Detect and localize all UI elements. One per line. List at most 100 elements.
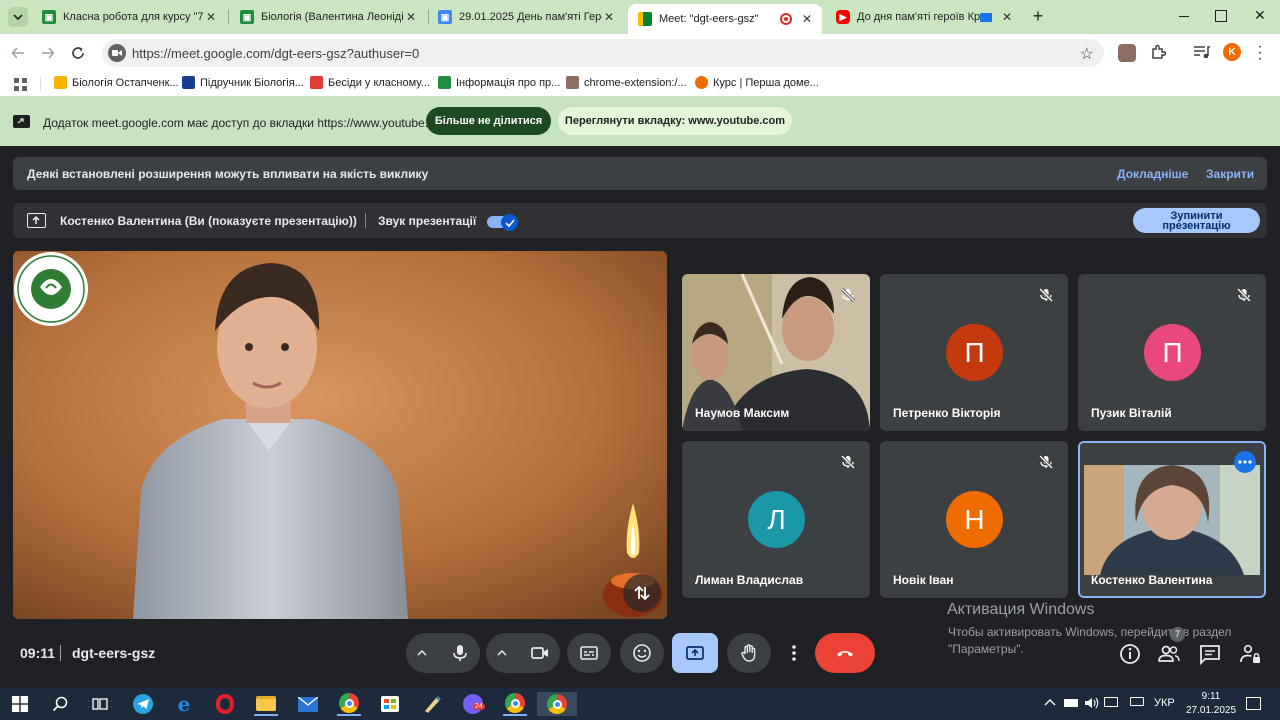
more-menu-icon[interactable]: · · · — [1256, 39, 1264, 67]
avatar-initial: П — [1162, 336, 1183, 368]
bookmark-info[interactable]: Інформація про пр... — [438, 76, 560, 89]
bookmark-chrome-extension[interactable]: chrome-extension:/... — [566, 76, 687, 89]
reload-button[interactable] — [67, 42, 89, 64]
captions-button[interactable] — [567, 633, 611, 673]
system-clock[interactable]: 9:11 27.01.2025 — [1184, 690, 1238, 718]
chrome-app-2[interactable] — [503, 692, 527, 716]
raise-hand-button[interactable] — [727, 633, 771, 673]
bookmark-class-talks[interactable]: Бесіди у класному... — [310, 76, 430, 89]
more-options-button[interactable] — [1234, 451, 1256, 473]
media-controls-icon[interactable] — [1193, 44, 1211, 60]
edge-app[interactable]: e — [172, 692, 196, 716]
telegram-app[interactable] — [131, 692, 155, 716]
tab-title: Meet: "dgt-eers-gsz" — [659, 13, 759, 25]
present-now-button[interactable] — [672, 633, 718, 673]
people-button[interactable]: 7 — [1157, 627, 1185, 666]
volume-icon[interactable] — [1084, 697, 1100, 712]
tray-overflow-icon[interactable] — [1044, 697, 1056, 710]
sharing-info-text: Додаток meet.google.com має доступ до вк… — [43, 116, 451, 130]
tab-heroes-day[interactable]: ▣ 29.01.2025 День пам'яті Героїв ✕ — [428, 6, 624, 28]
more-options-menu[interactable] — [780, 633, 808, 673]
opera-app[interactable] — [213, 692, 237, 716]
participant-tile-novik[interactable]: Н Новік Іван — [880, 441, 1068, 598]
battery-icon[interactable] — [1064, 697, 1078, 707]
stop-sharing-button[interactable]: Більше не ділитися — [426, 107, 551, 135]
tab-biology[interactable]: ▣ Біологія (Валентина Леонідівн ✕ — [230, 6, 426, 28]
tab-meet[interactable]: Meet: "dgt-eers-gsz" ✕ — [628, 4, 822, 34]
close-icon[interactable]: ✕ — [602, 10, 616, 24]
close-icon[interactable]: ✕ — [1000, 10, 1014, 24]
apps-grid-icon[interactable] — [14, 78, 27, 91]
tab-title: До дня пам'яті героїв Крут — [857, 11, 980, 23]
forward-button[interactable] — [37, 42, 59, 64]
task-view-button[interactable] — [88, 692, 112, 716]
main-presentation-video — [13, 251, 667, 619]
tab-search-button[interactable] — [8, 7, 28, 27]
present-screen-icon — [686, 646, 704, 660]
participant-tile-petrenko[interactable]: П Петренко Вікторія — [880, 274, 1068, 431]
bookmark-textbook[interactable]: Підручник Біологія... — [182, 76, 304, 89]
swap-layout-button[interactable] — [623, 574, 661, 612]
participant-tile-lyman[interactable]: Л Лиман Владислав — [682, 441, 870, 598]
camera-icon[interactable] — [108, 44, 126, 62]
microphone-button[interactable] — [440, 633, 480, 673]
participant-tile-puzyk[interactable]: П Пузик Віталій — [1078, 274, 1266, 431]
chevron-up-icon[interactable] — [416, 647, 428, 659]
bookmarks-bar: Біологія Остапченк... Підручник Біологія… — [0, 72, 1280, 96]
back-button[interactable] — [7, 42, 29, 64]
close-icon[interactable]: ✕ — [204, 10, 218, 24]
extensions-icon[interactable] — [1150, 44, 1167, 60]
input-language[interactable]: УКР — [1154, 697, 1175, 709]
tab-classwork[interactable]: ▣ Класна робота для курсу "76 к ✕ — [32, 6, 226, 28]
start-button[interactable] — [8, 692, 32, 716]
bookmark-icon — [566, 76, 579, 89]
store-app[interactable] — [378, 692, 402, 716]
omnibox[interactable]: https://meet.google.com/dgt-eers-gsz?aut… — [102, 39, 1104, 67]
network-icon[interactable] — [1104, 697, 1118, 707]
viber-app[interactable]: 24 — [461, 692, 485, 716]
extension-owl-icon[interactable] — [1118, 44, 1136, 62]
pen-app[interactable] — [420, 692, 444, 716]
participant-tile-naumov[interactable]: Наумов Максим — [682, 274, 870, 431]
chrome-app-1[interactable] — [337, 692, 361, 716]
close-icon[interactable]: ✕ — [404, 10, 418, 24]
search-button[interactable] — [48, 692, 72, 716]
keyboard-icon[interactable] — [1130, 697, 1144, 706]
close-notice-link[interactable]: Закрити — [1206, 167, 1254, 181]
participant-tile-self[interactable]: Костенко Валентина — [1078, 441, 1266, 598]
chrome-app-active[interactable] — [537, 692, 577, 716]
maximize-button[interactable] — [1215, 10, 1227, 22]
chevron-up-icon[interactable] — [496, 647, 508, 659]
view-tab-button[interactable]: Переглянути вкладку: www.youtube.com — [558, 107, 792, 135]
host-controls-icon[interactable] — [1238, 642, 1262, 666]
mail-app[interactable] — [296, 692, 320, 716]
chat-icon[interactable] — [1198, 642, 1222, 666]
profile-initial: K — [1228, 46, 1236, 58]
learn-more-link[interactable]: Докладніше — [1117, 167, 1188, 181]
viber-badge: 24 — [473, 703, 485, 710]
mic-off-icon — [840, 287, 856, 303]
camera-button[interactable] — [520, 633, 560, 673]
bookmark-course[interactable]: Курс | Перша доме... — [695, 76, 819, 89]
mic-off-icon — [840, 454, 856, 470]
bookmark-biology-ostapchenko[interactable]: Біологія Остапченк... — [54, 76, 179, 89]
youtube-icon: ▶ — [836, 10, 850, 24]
file-explorer-app[interactable] — [254, 692, 278, 716]
task-view-icon — [92, 698, 108, 710]
leave-call-button[interactable] — [815, 633, 875, 673]
presentation-audio-toggle[interactable] — [487, 214, 519, 231]
reactions-button[interactable] — [620, 633, 664, 673]
close-icon[interactable]: ✕ — [800, 12, 814, 26]
tab-kruty[interactable]: ▶ До дня пам'яті героїв Крут ✕ — [826, 6, 1022, 28]
meeting-details-icon[interactable] — [1118, 642, 1142, 666]
mail-icon — [298, 696, 318, 712]
new-tab-button[interactable]: + — [1028, 7, 1048, 27]
profile-avatar[interactable]: K — [1223, 43, 1241, 61]
clock-time: 9:11 — [1201, 691, 1221, 702]
stop-presenting-button[interactable]: Зупинити презентацію — [1133, 208, 1260, 233]
notifications-icon[interactable] — [1246, 697, 1261, 710]
chrome-icon — [547, 694, 567, 714]
window-close-button[interactable]: ✕ — [1254, 7, 1270, 25]
minimize-button[interactable] — [1175, 9, 1193, 25]
star-icon[interactable]: ☆ — [1080, 44, 1094, 64]
